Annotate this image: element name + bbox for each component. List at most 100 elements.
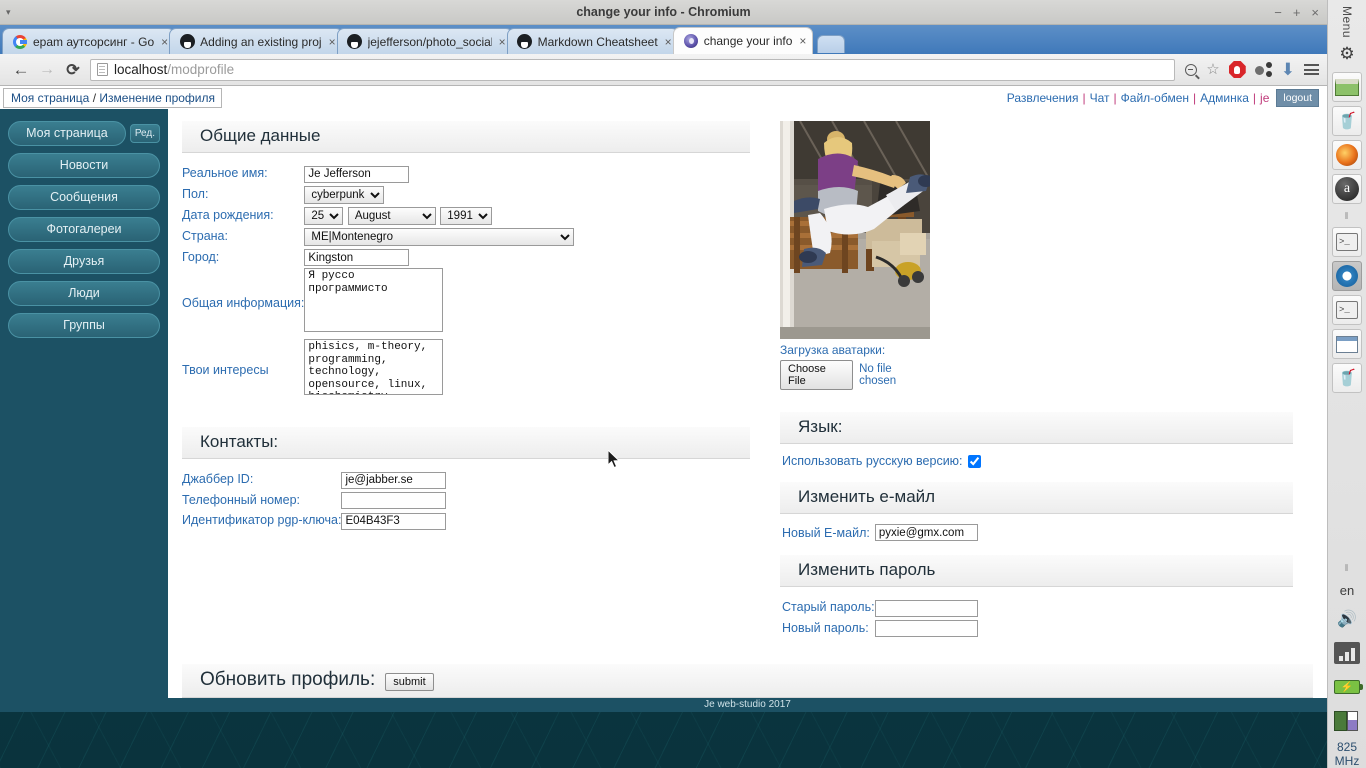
dock-tray-handle[interactable]: ⫴ [1345, 563, 1350, 574]
dock-teapot-icon-2[interactable]: 🥤 [1332, 363, 1362, 394]
dock-teapot-icon[interactable]: 🥤 [1332, 106, 1362, 137]
page-footer: Je web-studio 2017 [168, 698, 1327, 712]
submit-button[interactable]: submit [385, 673, 434, 691]
tab-label: Adding an existing proj [200, 34, 322, 49]
sidebar-row-messages: Сообщения [8, 185, 160, 210]
tab-close-icon[interactable]: × [499, 35, 506, 49]
tab-close-icon[interactable]: × [665, 35, 672, 49]
current-user-link[interactable]: je [1260, 91, 1269, 105]
tab-close-icon[interactable]: × [329, 35, 336, 49]
birth-month-select[interactable]: August [347, 206, 436, 225]
url-path: /modprofile [167, 62, 235, 77]
cpu-frequency-value: 825 [1336, 740, 1357, 754]
general-section-heading: Общие данные [182, 121, 750, 153]
form-row-city: Город: [182, 247, 574, 268]
signal-bars-icon[interactable] [1332, 638, 1362, 668]
gear-icon[interactable]: ⚙ [1339, 44, 1354, 64]
new-email-input[interactable] [874, 524, 978, 541]
birth-year-select[interactable]: 1991 [440, 206, 493, 225]
country-select[interactable]: ME|Montenegro [304, 227, 575, 246]
sidebar-item-messages[interactable]: Сообщения [8, 185, 160, 210]
cpu-icon[interactable] [1332, 706, 1362, 736]
sidebar-item-news[interactable]: Новости [8, 153, 160, 178]
choose-file-button[interactable]: Choose File [780, 360, 854, 390]
form-row-old-password: Старый пароль: [782, 597, 978, 618]
dock-amazon-icon[interactable]: a [1332, 174, 1362, 205]
new-password-input[interactable] [874, 620, 978, 637]
page-info-icon[interactable] [97, 63, 108, 76]
keyboard-layout-indicator[interactable]: en [1340, 583, 1354, 598]
battery-icon[interactable]: ⚡ [1332, 672, 1363, 702]
email-section: Изменить е-майл Новый Е-майл: [780, 482, 1293, 541]
dock-window-icon[interactable] [1332, 72, 1362, 103]
tab-strip: epam аутсорсинг - Go × Adding an existin… [0, 25, 1327, 54]
sidebar-row-people: Люди [8, 281, 160, 306]
dock-firefox-icon[interactable] [1332, 140, 1362, 171]
sidebar-item-friends[interactable]: Друзья [8, 249, 160, 274]
birthdate-label: Дата рождения: [182, 208, 274, 222]
contacts-form: Джаббер ID: Телефонный номер: [182, 469, 447, 531]
interests-textarea[interactable]: phisics, m-theory, programming, technolo… [304, 339, 444, 395]
phone-input[interactable] [341, 492, 447, 509]
dock-window-icon-2[interactable] [1332, 329, 1362, 360]
tab-close-icon[interactable]: × [799, 34, 806, 48]
sidebar-item-photo-galleries[interactable]: Фотогалереи [8, 217, 160, 242]
nav-separator: | [1082, 90, 1086, 105]
dock-chromium-icon[interactable] [1332, 261, 1362, 292]
city-label: Город: [182, 249, 220, 264]
breadcrumb-home-link[interactable]: Моя страница [11, 91, 89, 105]
language-section: Язык: Использовать русскую версию: [780, 412, 1293, 468]
minimize-button[interactable]: − [1274, 6, 1282, 19]
github-icon [517, 34, 533, 50]
dock-terminal-icon-2[interactable]: >_ [1332, 295, 1362, 326]
zoom-out-icon[interactable] [1185, 63, 1198, 76]
back-button[interactable]: ← [8, 60, 34, 80]
reload-button[interactable]: ⟳ [60, 60, 86, 80]
use-russian-version-checkbox[interactable] [967, 454, 981, 468]
sidebar-item-my-page[interactable]: Моя страница [8, 121, 126, 146]
browser-tab-4[interactable]: Markdown Cheatsheet × [506, 28, 679, 54]
logout-button[interactable]: logout [1276, 88, 1319, 107]
about-textarea[interactable]: Я руссо программисто [304, 268, 444, 332]
language-checkbox-row: Использовать русскую версию: [780, 454, 1293, 468]
sidebar-edit-button[interactable]: Ред. [129, 124, 160, 143]
dock-drag-handle[interactable]: ⫴ [1345, 211, 1350, 222]
pgp-label: Идентификатор pgp-ключа: [182, 513, 342, 528]
sidebar-item-people[interactable]: Люди [8, 281, 160, 306]
forward-button[interactable]: → [34, 61, 60, 79]
new-tab-button[interactable] [817, 35, 846, 53]
browser-tab-1[interactable]: epam аутсорсинг - Go × [2, 28, 176, 54]
maximize-button[interactable]: + [1293, 6, 1301, 19]
old-password-input[interactable] [874, 599, 978, 617]
dock-menu-label[interactable]: Menu [1340, 6, 1354, 38]
address-bar[interactable]: localhost/modprofile [90, 58, 1176, 81]
tab-close-icon[interactable]: × [161, 35, 168, 49]
bookmark-star-icon[interactable]: ☆ [1206, 62, 1219, 77]
nav-link-entertainment[interactable]: Развлечения [1007, 91, 1079, 105]
close-button[interactable]: × [1311, 6, 1319, 19]
extension-icon[interactable] [1254, 62, 1272, 77]
browser-tab-5-active[interactable]: change your info × [672, 27, 814, 54]
chrome-menu-icon[interactable] [1304, 64, 1319, 75]
adblock-icon[interactable] [1228, 61, 1246, 78]
dock-terminal-icon[interactable]: >_ [1332, 227, 1362, 258]
user-avatar-photo [780, 121, 930, 339]
browser-tab-3[interactable]: jejefferson/photo_social × [336, 28, 513, 54]
page-top-bar: Моя страница / Изменение профиля Развлеч… [0, 86, 1327, 109]
jabber-input[interactable] [341, 471, 447, 489]
jabber-label: Джаббер ID: [182, 472, 254, 487]
gender-select[interactable]: cyberpunk [304, 185, 385, 204]
city-input[interactable] [304, 249, 410, 266]
sidebar-row-groups: Группы [8, 313, 160, 338]
realname-input[interactable] [304, 165, 410, 183]
update-profile-heading-bar: Обновить профиль: submit [182, 664, 1313, 698]
download-icon[interactable]: ⬇ [1281, 61, 1295, 78]
sidebar-item-groups[interactable]: Группы [8, 313, 160, 338]
nav-link-chat[interactable]: Чат [1090, 91, 1110, 105]
browser-tab-2[interactable]: Adding an existing proj × [169, 28, 343, 54]
nav-link-admin[interactable]: Админка [1200, 91, 1249, 105]
nav-link-fileshare[interactable]: Файл-обмен [1121, 91, 1189, 105]
birth-day-select[interactable]: 25 [304, 206, 344, 225]
pgp-input[interactable] [341, 512, 447, 530]
volume-icon[interactable]: 🔊 [1332, 604, 1362, 634]
